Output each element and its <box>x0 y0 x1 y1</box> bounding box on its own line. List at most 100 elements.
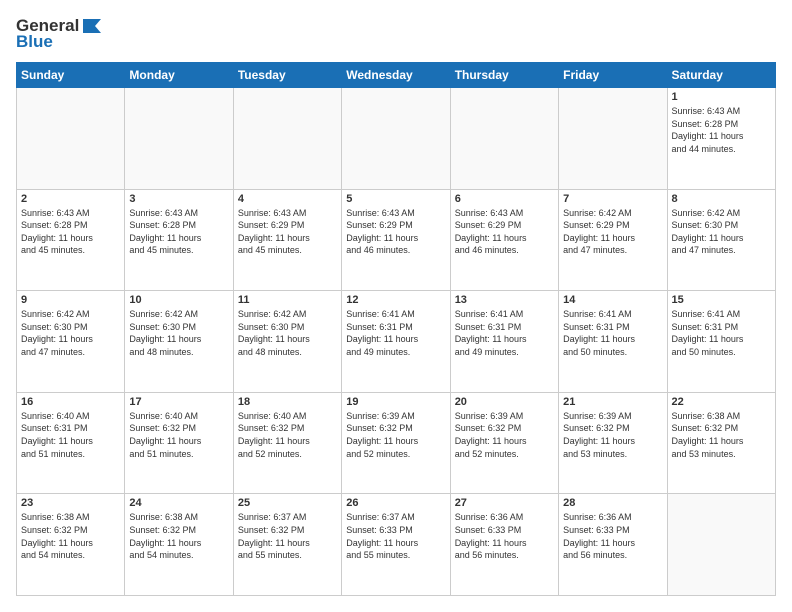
day-info: Sunrise: 6:43 AM Sunset: 6:28 PM Dayligh… <box>129 207 228 257</box>
day-number: 24 <box>129 497 228 509</box>
day-number: 20 <box>455 396 554 408</box>
calendar-week-row: 23 Sunrise: 6:38 AM Sunset: 6:32 PM Dayli… <box>17 494 776 596</box>
calendar-cell: 7 Sunrise: 6:42 AM Sunset: 6:29 PM Daylig… <box>559 189 667 291</box>
day-info: Sunrise: 6:36 AM Sunset: 6:33 PM Dayligh… <box>455 511 554 561</box>
day-number: 21 <box>563 396 662 408</box>
day-info: Sunrise: 6:40 AM Sunset: 6:32 PM Dayligh… <box>129 410 228 460</box>
calendar-cell <box>342 88 450 190</box>
day-info: Sunrise: 6:43 AM Sunset: 6:28 PM Dayligh… <box>672 105 771 155</box>
calendar-cell: 10 Sunrise: 6:42 AM Sunset: 6:30 PM Dayli… <box>125 291 233 393</box>
day-info: Sunrise: 6:38 AM Sunset: 6:32 PM Dayligh… <box>129 511 228 561</box>
day-info: Sunrise: 6:42 AM Sunset: 6:30 PM Dayligh… <box>238 308 337 358</box>
day-number: 1 <box>672 91 771 103</box>
calendar-cell: 1 Sunrise: 6:43 AM Sunset: 6:28 PM Daylig… <box>667 88 775 190</box>
day-info: Sunrise: 6:43 AM Sunset: 6:28 PM Dayligh… <box>21 207 120 257</box>
day-info: Sunrise: 6:40 AM Sunset: 6:31 PM Dayligh… <box>21 410 120 460</box>
calendar-cell: 22Sunrise: 6:38 AM Sunset: 6:32 PM Dayli… <box>667 392 775 494</box>
day-info: Sunrise: 6:37 AM Sunset: 6:33 PM Dayligh… <box>346 511 445 561</box>
calendar-cell <box>125 88 233 190</box>
header: General Blue <box>16 16 776 52</box>
calendar-cell <box>17 88 125 190</box>
calendar-week-row: 9Sunrise: 6:42 AM Sunset: 6:30 PM Daylig… <box>17 291 776 393</box>
calendar-cell <box>233 88 341 190</box>
calendar-cell: 15 Sunrise: 6:41 AM Sunset: 6:31 PM Dayli… <box>667 291 775 393</box>
day-number: 7 <box>563 193 662 205</box>
day-number: 4 <box>238 193 337 205</box>
day-info: Sunrise: 6:41 AM Sunset: 6:31 PM Dayligh… <box>672 308 771 358</box>
calendar-cell: 26 Sunrise: 6:37 AM Sunset: 6:33 PM Dayli… <box>342 494 450 596</box>
day-info: Sunrise: 6:41 AM Sunset: 6:31 PM Dayligh… <box>563 308 662 358</box>
calendar-cell <box>559 88 667 190</box>
calendar-day-header: Wednesday <box>342 63 450 88</box>
calendar-day-header: Sunday <box>17 63 125 88</box>
day-number: 19 <box>346 396 445 408</box>
day-info: Sunrise: 6:42 AM Sunset: 6:30 PM Dayligh… <box>672 207 771 257</box>
logo-flag-icon <box>81 17 103 35</box>
day-info: Sunrise: 6:43 AM Sunset: 6:29 PM Dayligh… <box>455 207 554 257</box>
calendar-day-header: Thursday <box>450 63 558 88</box>
day-number: 11 <box>238 294 337 306</box>
day-info: Sunrise: 6:41 AM Sunset: 6:31 PM Dayligh… <box>346 308 445 358</box>
calendar-cell: 25 Sunrise: 6:37 AM Sunset: 6:32 PM Dayli… <box>233 494 341 596</box>
day-number: 10 <box>129 294 228 306</box>
day-number: 17 <box>129 396 228 408</box>
day-number: 16 <box>21 396 120 408</box>
day-number: 22 <box>672 396 771 408</box>
calendar-day-header: Monday <box>125 63 233 88</box>
day-number: 25 <box>238 497 337 509</box>
calendar-cell: 17 Sunrise: 6:40 AM Sunset: 6:32 PM Dayli… <box>125 392 233 494</box>
calendar-cell: 24 Sunrise: 6:38 AM Sunset: 6:32 PM Dayli… <box>125 494 233 596</box>
calendar-cell: 13Sunrise: 6:41 AM Sunset: 6:31 PM Dayli… <box>450 291 558 393</box>
day-number: 26 <box>346 497 445 509</box>
calendar-cell: 6 Sunrise: 6:43 AM Sunset: 6:29 PM Daylig… <box>450 189 558 291</box>
day-info: Sunrise: 6:39 AM Sunset: 6:32 PM Dayligh… <box>563 410 662 460</box>
day-info: Sunrise: 6:37 AM Sunset: 6:32 PM Dayligh… <box>238 511 337 561</box>
page: General Blue SundayMondayTuesdayWednesda… <box>0 0 792 612</box>
day-number: 23 <box>21 497 120 509</box>
calendar-cell: 12 Sunrise: 6:41 AM Sunset: 6:31 PM Dayli… <box>342 291 450 393</box>
calendar-cell: 27 Sunrise: 6:36 AM Sunset: 6:33 PM Dayli… <box>450 494 558 596</box>
calendar-day-header: Saturday <box>667 63 775 88</box>
calendar-cell: 16 Sunrise: 6:40 AM Sunset: 6:31 PM Dayli… <box>17 392 125 494</box>
calendar-cell: 19 Sunrise: 6:39 AM Sunset: 6:32 PM Dayli… <box>342 392 450 494</box>
calendar-cell: 2 Sunrise: 6:43 AM Sunset: 6:28 PM Daylig… <box>17 189 125 291</box>
calendar-cell: 20 Sunrise: 6:39 AM Sunset: 6:32 PM Dayli… <box>450 392 558 494</box>
calendar-day-header: Tuesday <box>233 63 341 88</box>
day-info: Sunrise: 6:40 AM Sunset: 6:32 PM Dayligh… <box>238 410 337 460</box>
day-number: 27 <box>455 497 554 509</box>
day-number: 12 <box>346 294 445 306</box>
day-info: Sunrise: 6:42 AM Sunset: 6:30 PM Dayligh… <box>21 308 120 358</box>
calendar-cell <box>667 494 775 596</box>
day-info: Sunrise: 6:39 AM Sunset: 6:32 PM Dayligh… <box>346 410 445 460</box>
calendar-cell: 3 Sunrise: 6:43 AM Sunset: 6:28 PM Daylig… <box>125 189 233 291</box>
day-number: 3 <box>129 193 228 205</box>
calendar-cell: 28Sunrise: 6:36 AM Sunset: 6:33 PM Dayli… <box>559 494 667 596</box>
day-info: Sunrise: 6:36 AM Sunset: 6:33 PM Dayligh… <box>563 511 662 561</box>
day-info: Sunrise: 6:43 AM Sunset: 6:29 PM Dayligh… <box>346 207 445 257</box>
day-number: 6 <box>455 193 554 205</box>
calendar-week-row: 1 Sunrise: 6:43 AM Sunset: 6:28 PM Daylig… <box>17 88 776 190</box>
day-number: 14 <box>563 294 662 306</box>
calendar-cell: 5Sunrise: 6:43 AM Sunset: 6:29 PM Daylig… <box>342 189 450 291</box>
logo-blue-text: Blue <box>16 32 53 52</box>
day-info: Sunrise: 6:38 AM Sunset: 6:32 PM Dayligh… <box>21 511 120 561</box>
day-number: 2 <box>21 193 120 205</box>
calendar-cell <box>450 88 558 190</box>
calendar-week-row: 16 Sunrise: 6:40 AM Sunset: 6:31 PM Dayli… <box>17 392 776 494</box>
calendar-header-row: SundayMondayTuesdayWednesdayThursdayFrid… <box>17 63 776 88</box>
calendar-day-header: Friday <box>559 63 667 88</box>
calendar-cell: 18 Sunrise: 6:40 AM Sunset: 6:32 PM Dayli… <box>233 392 341 494</box>
calendar-cell: 4 Sunrise: 6:43 AM Sunset: 6:29 PM Daylig… <box>233 189 341 291</box>
day-info: Sunrise: 6:43 AM Sunset: 6:29 PM Dayligh… <box>238 207 337 257</box>
day-info: Sunrise: 6:39 AM Sunset: 6:32 PM Dayligh… <box>455 410 554 460</box>
calendar-cell: 14 Sunrise: 6:41 AM Sunset: 6:31 PM Dayli… <box>559 291 667 393</box>
calendar-week-row: 2 Sunrise: 6:43 AM Sunset: 6:28 PM Daylig… <box>17 189 776 291</box>
day-number: 15 <box>672 294 771 306</box>
day-number: 8 <box>672 193 771 205</box>
day-info: Sunrise: 6:42 AM Sunset: 6:29 PM Dayligh… <box>563 207 662 257</box>
day-info: Sunrise: 6:42 AM Sunset: 6:30 PM Dayligh… <box>129 308 228 358</box>
calendar-cell: 21 Sunrise: 6:39 AM Sunset: 6:32 PM Dayli… <box>559 392 667 494</box>
logo: General Blue <box>16 16 103 52</box>
day-number: 18 <box>238 396 337 408</box>
day-info: Sunrise: 6:41 AM Sunset: 6:31 PM Dayligh… <box>455 308 554 358</box>
